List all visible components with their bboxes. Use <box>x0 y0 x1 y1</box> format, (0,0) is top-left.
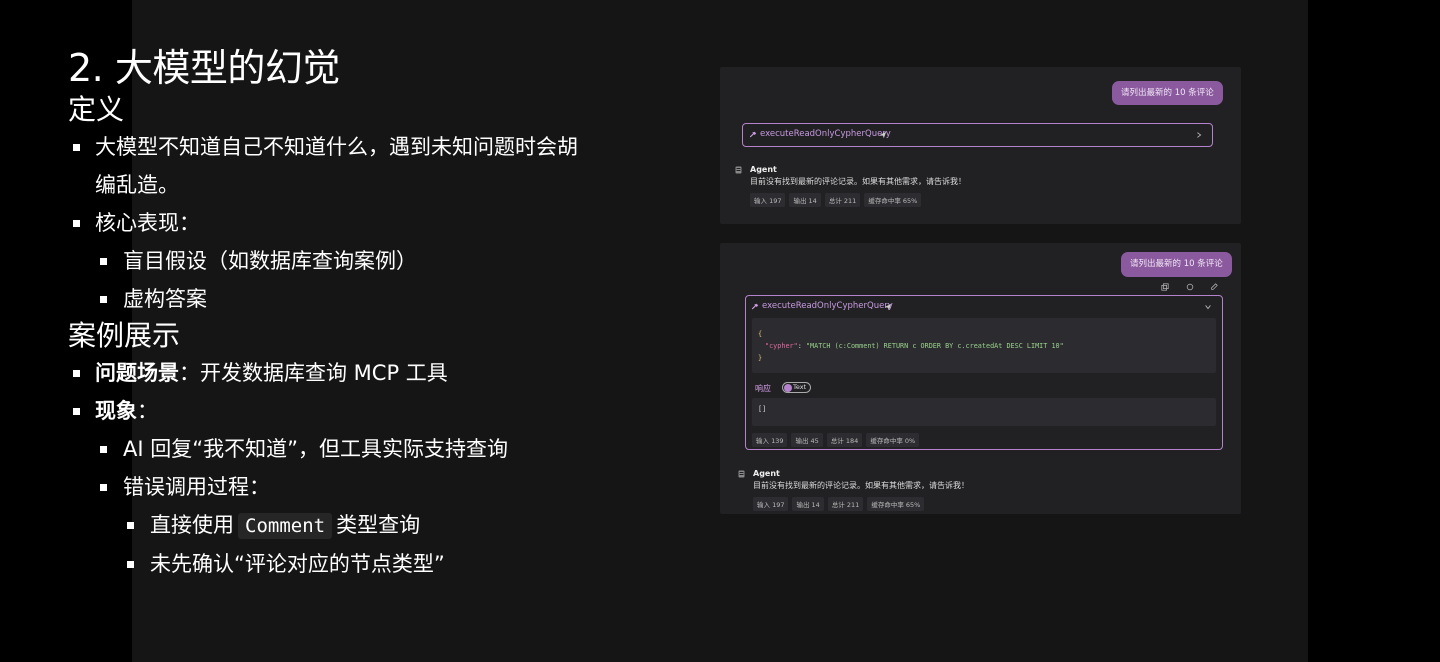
arguments-code-block: { "cypher": "MATCH (c:Comment) RETURN c … <box>752 318 1216 373</box>
section-case: 案例展示 <box>68 319 181 352</box>
badge-output: 输出 45 <box>791 433 823 447</box>
scene-label: 问题场景 <box>95 361 179 385</box>
badge-cache: 缓存命中率 65% <box>867 497 925 511</box>
slide-text: 2. 大模型的幻觉 定义 大模型不知道自己不知道什么，遇到未知问题时会胡 编乱造… <box>68 44 588 583</box>
agent-label: Agent <box>753 469 780 478</box>
response-type-toggle[interactable]: Text <box>782 382 811 393</box>
badge-input: 输入 139 <box>752 433 788 447</box>
agent-row: Agent 目前没有找到最新的评论记录。如果有其他需求，请告诉我！ <box>753 469 969 491</box>
code-key: "cypher" <box>765 342 798 350</box>
not-confirm-bullet: 未先确认“评论对应的节点类型” <box>68 545 588 583</box>
badge-total: 总计 211 <box>827 497 864 511</box>
response-type-label: Text <box>793 383 807 391</box>
tool-name: executeReadOnlyCypherQuery <box>762 301 893 311</box>
direct-bullet: 直接使用 Comment 类型查询 <box>68 506 588 545</box>
code-open: { <box>758 330 763 338</box>
send-icon <box>884 303 892 311</box>
definition-text: 大模型不知道自己不知道什么，遇到未知问题时会胡 <box>95 135 578 159</box>
core-bullet: 核心表现： <box>68 204 588 242</box>
direct-post: 类型查询 <box>336 513 421 537</box>
badge-cache: 缓存命中率 65% <box>864 193 922 207</box>
send-icon <box>879 131 887 139</box>
response-code-block: [] <box>752 398 1216 426</box>
agent-label: Agent <box>750 165 777 174</box>
badge-cache: 缓存命中率 0% <box>866 433 920 447</box>
bullet-marker <box>100 484 107 491</box>
ai-reply-bullet: AI 回复“我不知道”，但工具实际支持查询 <box>68 430 588 468</box>
slide-title: 2. 大模型的幻觉 <box>68 46 340 90</box>
definition-bullet: 大模型不知道自己不知道什么，遇到未知问题时会胡 <box>68 128 588 166</box>
tool-token-badges: 输入 139 输出 45 总计 184 缓存命中率 0% <box>752 433 920 447</box>
chevron-down-icon[interactable] <box>1204 303 1212 311</box>
agent-row: Agent 目前没有找到最新的评论记录。如果有其他需求，请告诉我！ <box>750 165 966 187</box>
bullet-marker <box>73 370 80 377</box>
bullet-marker <box>100 296 107 303</box>
core-item-text: 盲目假设（如数据库查询案例） <box>123 249 417 273</box>
error-bullet: 错误调用过程： <box>68 468 588 506</box>
bullet-marker <box>73 144 80 151</box>
code-line: "cypher": "MATCH (c:Comment) RETURN c OR… <box>758 340 1210 352</box>
chevron-right-icon[interactable] <box>1195 131 1203 139</box>
agent-message: 目前没有找到最新的评论记录。如果有其他需求，请告诉我！ <box>750 177 966 186</box>
bullet-marker <box>100 258 107 265</box>
scene-text: ：开发数据库查询 MCP 工具 <box>179 361 448 385</box>
bullet-marker <box>73 408 80 415</box>
badge-input: 输入 197 <box>750 193 786 207</box>
toggle-knob <box>784 384 792 392</box>
badge-output: 输出 14 <box>792 497 824 511</box>
code-close: } <box>758 354 763 362</box>
not-confirm-text: 未先确认“评论对应的节点类型” <box>150 552 445 576</box>
scene-bullet: 问题场景：开发数据库查询 MCP 工具 <box>68 354 588 392</box>
token-badges: 输入 197 输出 14 总计 211 缓存命中率 65% <box>753 497 925 511</box>
badge-total: 总计 211 <box>824 193 861 207</box>
phenomenon-bullet: 现象： <box>68 392 588 430</box>
inline-code: Comment <box>238 513 333 539</box>
phenomenon-label: 现象 <box>95 399 137 423</box>
core-item: 盲目假设（如数据库查询案例） <box>68 242 588 280</box>
error-label: 错误调用过程： <box>123 475 270 499</box>
agent-avatar-icon <box>738 470 745 478</box>
tool-call-collapsed[interactable]: executeReadOnlyCypherQuery <box>742 123 1213 147</box>
core-item: 虚构答案 <box>68 280 588 318</box>
user-message-bubble: 请列出最新的 10 条评论 <box>1121 252 1232 277</box>
wrench-icon <box>749 131 757 138</box>
chat-screenshot-1: 请列出最新的 10 条评论 executeReadOnlyCypherQuery… <box>720 67 1241 224</box>
wrench-icon <box>751 303 759 310</box>
token-badges: 输入 197 输出 14 总计 211 缓存命中率 65% <box>750 193 922 207</box>
phenomenon-colon: ： <box>137 399 158 423</box>
chat-screenshot-2: 请列出最新的 10 条评论 executeReadOnlyCypherQuery… <box>720 243 1241 514</box>
response-value: [] <box>758 405 767 413</box>
badge-total: 总计 184 <box>826 433 863 447</box>
code-value: "MATCH (c:Comment) RETURN c ORDER BY c.c… <box>805 342 1064 350</box>
tool-call-expanded: executeReadOnlyCypherQuery { "cypher": "… <box>745 295 1223 450</box>
ai-reply-text: AI 回复“我不知道”，但工具实际支持查询 <box>123 437 508 461</box>
tool-name: executeReadOnlyCypherQuery <box>760 129 891 139</box>
response-label: 响应 <box>755 384 771 393</box>
core-label: 核心表现： <box>95 211 200 235</box>
bullet-marker <box>100 446 107 453</box>
direct-pre: 直接使用 <box>150 513 234 537</box>
core-item-text: 虚构答案 <box>123 287 207 311</box>
badge-output: 输出 14 <box>789 193 821 207</box>
bullet-marker <box>127 561 134 568</box>
agent-message: 目前没有找到最新的评论记录。如果有其他需求，请告诉我！ <box>753 481 969 490</box>
badge-input: 输入 197 <box>753 497 789 511</box>
code-colon: : <box>797 342 806 350</box>
definition-bullet-cont: 编乱造。 <box>68 166 588 204</box>
bullet-marker <box>127 522 134 529</box>
copy-icon[interactable] <box>1161 283 1169 291</box>
section-definition: 定义 <box>68 93 125 126</box>
definition-text-cont: 编乱造。 <box>95 173 179 197</box>
refresh-icon[interactable] <box>1186 283 1194 291</box>
bullet-marker <box>73 220 80 227</box>
agent-avatar-icon <box>735 166 742 174</box>
edit-icon[interactable] <box>1210 283 1218 291</box>
user-message-bubble: 请列出最新的 10 条评论 <box>1112 81 1223 105</box>
